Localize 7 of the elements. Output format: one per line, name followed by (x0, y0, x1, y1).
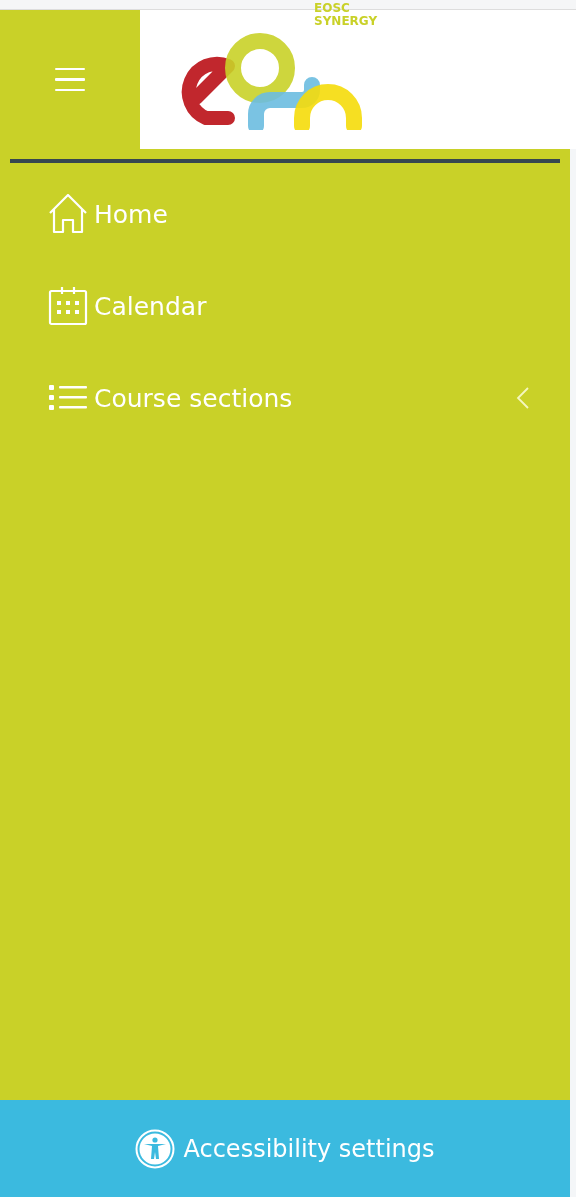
chevron-icon[interactable] (516, 386, 530, 410)
list-icon (48, 384, 88, 412)
logo-text: EOSC (314, 1, 351, 15)
logo-text: SYNERGY (314, 14, 378, 28)
home-icon (48, 194, 88, 234)
accessibility-icon (135, 1128, 176, 1169)
calendar-icon (48, 286, 88, 326)
